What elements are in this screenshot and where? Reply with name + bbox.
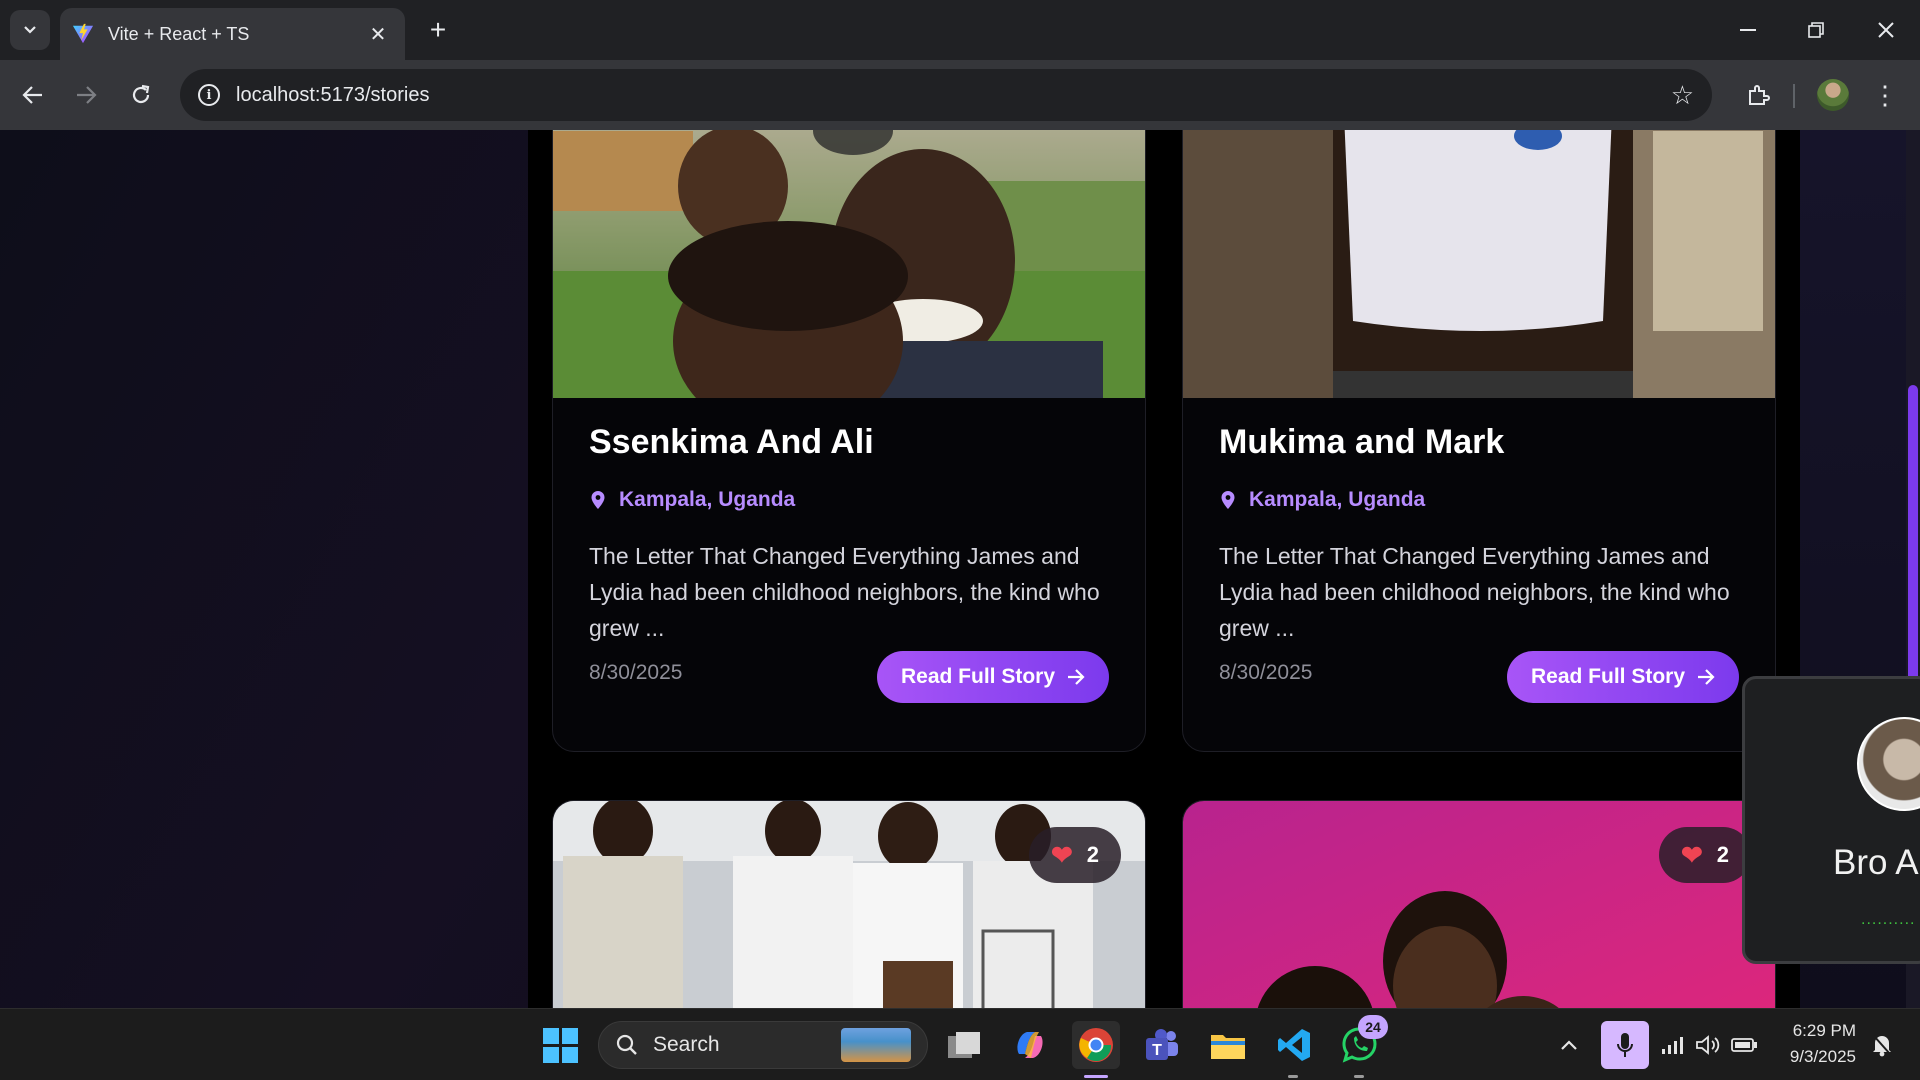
call-status-dots: .......... bbox=[1861, 911, 1916, 928]
arrow-right-icon bbox=[1068, 669, 1085, 685]
close-tab-icon[interactable]: ✕ bbox=[365, 22, 391, 47]
pin-icon bbox=[591, 491, 605, 509]
battery-icon[interactable] bbox=[1728, 1021, 1760, 1069]
heart-icon: ❤ bbox=[1680, 839, 1703, 870]
volume-icon[interactable] bbox=[1692, 1021, 1724, 1069]
info-icon[interactable]: i bbox=[198, 84, 220, 106]
browser-tab-bar: Vite + React + TS ✕ + bbox=[0, 0, 1920, 60]
tab-title: Vite + React + TS bbox=[108, 23, 250, 44]
restore-button[interactable] bbox=[1792, 10, 1840, 50]
search-highlight-image bbox=[841, 1028, 911, 1062]
stories-content: Ssenkima And Ali Kampala, Uganda The Let… bbox=[528, 130, 1800, 1008]
story-card: Ssenkima And Ali Kampala, Uganda The Let… bbox=[552, 130, 1146, 752]
new-tab-button[interactable]: + bbox=[422, 12, 454, 48]
search-icon bbox=[616, 1034, 637, 1055]
extensions-icon[interactable] bbox=[1740, 77, 1776, 113]
chrome-active-indicator bbox=[1084, 1075, 1108, 1078]
tab-search-icon[interactable] bbox=[10, 10, 50, 50]
pin-icon bbox=[1221, 491, 1235, 509]
close-window-button[interactable] bbox=[1862, 10, 1910, 50]
vite-favicon bbox=[72, 23, 94, 44]
teams-icon[interactable]: T bbox=[1138, 1021, 1186, 1069]
whatsapp-badge: 24 bbox=[1358, 1015, 1388, 1039]
likes-badge[interactable]: ❤ 2 bbox=[1658, 827, 1751, 883]
story-location-text: Kampala, Uganda bbox=[619, 488, 796, 511]
heart-icon: ❤ bbox=[1050, 839, 1073, 870]
microphone-icon[interactable] bbox=[1601, 1021, 1649, 1069]
address-bar[interactable]: i localhost:5173/stories ☆ bbox=[180, 69, 1712, 121]
story-excerpt: The Letter That Changed Everything James… bbox=[1219, 543, 1730, 641]
story-date: 8/30/2025 bbox=[1219, 661, 1313, 684]
star-icon[interactable]: ☆ bbox=[1671, 80, 1694, 111]
vscode-running-indicator bbox=[1288, 1075, 1298, 1078]
likes-count: 2 bbox=[1086, 842, 1099, 867]
story-location: Kampala, Uganda bbox=[589, 488, 1111, 512]
story-date: 8/30/2025 bbox=[589, 661, 683, 684]
story-location: Kampala, Uganda bbox=[1219, 488, 1741, 512]
minimize-button[interactable] bbox=[1724, 10, 1772, 50]
read-full-story-button[interactable]: Read Full Story bbox=[877, 651, 1109, 703]
page-viewport: Ssenkima And Ali Kampala, Uganda The Let… bbox=[0, 130, 1920, 1008]
arrow-right-icon bbox=[1698, 669, 1715, 685]
forward-icon[interactable] bbox=[66, 75, 106, 115]
read-full-story-label: Read Full Story bbox=[900, 665, 1056, 688]
chevron-up-icon[interactable] bbox=[1553, 1021, 1585, 1069]
windows-logo-icon bbox=[542, 1027, 578, 1063]
vscode-icon[interactable] bbox=[1270, 1021, 1318, 1069]
back-icon[interactable] bbox=[13, 75, 53, 115]
notification-bell-icon[interactable] bbox=[1866, 1021, 1898, 1069]
reload-icon[interactable] bbox=[121, 75, 161, 115]
windows-taskbar: Search T 24 6:29 PM 9/3/2025 bbox=[0, 1008, 1920, 1080]
copilot-icon[interactable] bbox=[1006, 1021, 1054, 1069]
likes-badge[interactable]: ❤ 2 bbox=[1028, 827, 1121, 883]
start-button[interactable] bbox=[536, 1021, 584, 1069]
task-view-icon[interactable] bbox=[940, 1021, 988, 1069]
story-photo bbox=[1183, 130, 1775, 398]
clock-time[interactable]: 6:29 PM bbox=[1772, 1021, 1856, 1041]
story-photo bbox=[553, 130, 1145, 398]
network-icon[interactable] bbox=[1656, 1021, 1688, 1069]
story-card: ❤ 2 bbox=[552, 800, 1146, 1008]
menu-icon[interactable]: ⋮ bbox=[1870, 77, 1900, 113]
browser-tab[interactable]: Vite + React + TS ✕ bbox=[60, 8, 405, 60]
story-excerpt: The Letter That Changed Everything James… bbox=[589, 543, 1100, 641]
call-widget[interactable]: Bro A .......... bbox=[1742, 676, 1920, 964]
story-card: Mukima and Mark Kampala, Uganda The Lett… bbox=[1182, 130, 1776, 752]
caller-name: Bro A bbox=[1833, 843, 1919, 882]
likes-count: 2 bbox=[1716, 842, 1729, 867]
svg-text:T: T bbox=[1152, 1042, 1162, 1059]
read-full-story-label: Read Full Story bbox=[1530, 665, 1686, 688]
story-title[interactable]: Mukima and Mark bbox=[1219, 423, 1741, 462]
caller-avatar bbox=[1857, 717, 1920, 811]
story-card: ❤ 2 bbox=[1182, 800, 1776, 1008]
story-title[interactable]: Ssenkima And Ali bbox=[589, 423, 1111, 462]
clock-date[interactable]: 9/3/2025 bbox=[1772, 1047, 1856, 1067]
file-explorer-icon[interactable] bbox=[1204, 1021, 1252, 1069]
browser-toolbar: i localhost:5173/stories ☆ ⋮ bbox=[0, 60, 1920, 130]
profile-avatar[interactable] bbox=[1817, 79, 1849, 111]
whatsapp-running-indicator bbox=[1354, 1075, 1364, 1078]
taskbar-search[interactable]: Search bbox=[598, 1021, 928, 1069]
search-placeholder: Search bbox=[653, 1033, 720, 1056]
toolbar-divider bbox=[1793, 84, 1795, 108]
chrome-icon[interactable] bbox=[1072, 1021, 1120, 1069]
story-location-text: Kampala, Uganda bbox=[1249, 488, 1426, 511]
url-text[interactable]: localhost:5173/stories bbox=[236, 84, 1671, 107]
read-full-story-button[interactable]: Read Full Story bbox=[1507, 651, 1739, 703]
